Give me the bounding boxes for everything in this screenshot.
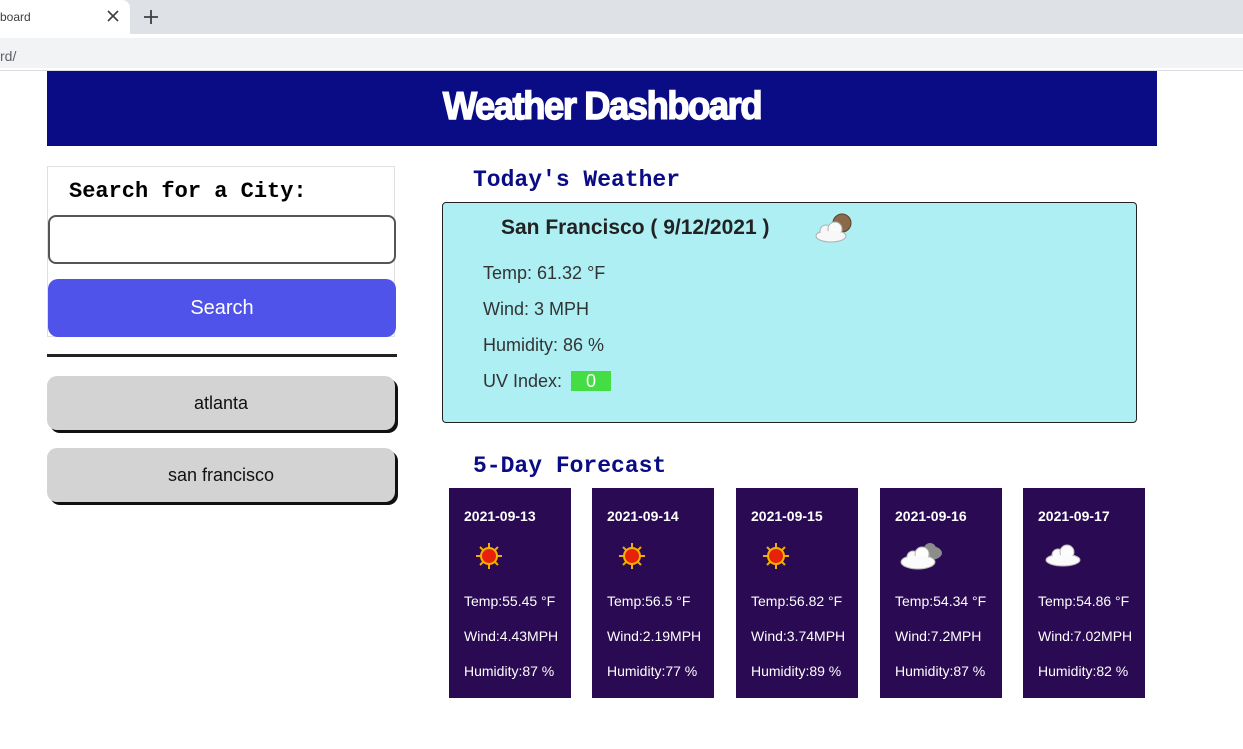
current-weather-card: San Francisco ( 9/12/2021 ) Temp: 61.32 … [442,202,1137,423]
forecast-temp: Temp:55.45 °F [464,593,556,609]
forecast-temp: Temp:54.34 °F [895,593,987,609]
url-field[interactable]: rd/ [0,38,1243,68]
forecast-temp: Temp:56.82 °F [751,593,843,609]
forecast-heading: 5-Day Forecast [473,453,667,479]
today-wind: Wind: 3 MPH [483,299,590,319]
address-bar: rd/ [0,34,1243,71]
browser-tab-title: board [0,10,31,24]
forecast-humidity: Humidity:89 % [751,663,842,679]
today-uv-row: UV Index: 0 [483,371,612,392]
forecast-card: 2021-09-14 Temp:56.5 °F Wind:2.19MPH Hum… [592,488,714,698]
forecast-humidity: Humidity:77 % [607,663,698,679]
browser-tab-strip: board [0,0,1243,34]
history-button-atlanta[interactable]: atlanta [47,376,395,430]
partly-cloudy-icon [815,213,852,243]
forecast-humidity: Humidity:87 % [895,663,986,679]
uv-index-badge: 0 [571,371,612,391]
today-temp: Temp: 61.32 °F [483,263,606,283]
forecast-temp: Temp:56.5 °F [607,593,691,609]
forecast-date: 2021-09-17 [1038,508,1110,524]
city-date-title: San Francisco ( 9/12/2021 ) [501,216,770,239]
today-heading: Today's Weather [473,167,681,193]
forecast-date: 2021-09-16 [895,508,967,524]
forecast-wind: Wind:2.19MPH [607,628,702,644]
url-text: rd/ [0,48,17,64]
uv-label: UV Index: [483,371,563,391]
forecast-date: 2021-09-14 [607,508,679,524]
divider [47,354,397,357]
forecast-card: 2021-09-16 Temp:54.34 °F Wind:7.2MPH Hum… [880,488,1002,698]
cloudy-icon [900,543,942,570]
plus-icon[interactable] [142,8,160,26]
forecast-wind: Wind:3.74MPH [751,628,846,644]
search-heading: Search for a City: [69,179,307,204]
browser-tab[interactable]: board [0,0,130,34]
page-header: Weather Dashboard [47,71,1157,146]
forecast-date: 2021-09-15 [751,508,823,524]
search-panel: Search for a City: Search [47,166,396,337]
forecast-temp: Temp:54.86 °F [1038,593,1130,609]
forecast-wind: Wind:4.43MPH [464,628,559,644]
city-search-input[interactable] [48,215,396,264]
today-humidity: Humidity: 86 % [483,335,605,355]
cloud-icon [1045,544,1081,567]
forecast-humidity: Humidity:82 % [1038,663,1129,679]
sun-icon [763,543,789,569]
sun-icon [476,543,502,569]
close-icon[interactable] [105,8,121,24]
forecast-card: 2021-09-15 Temp:56.82 °F Wind:3.74MPH Hu… [736,488,858,698]
history-button-san-francisco[interactable]: san francisco [47,448,395,502]
forecast-card: 2021-09-13 Temp:55.45 °F Wind:4.43MPH Hu… [449,488,571,698]
forecast-card: 2021-09-17 Temp:54.86 °F Wind:7.02MPH Hu… [1023,488,1145,698]
forecast-humidity: Humidity:87 % [464,663,555,679]
sun-icon [619,543,645,569]
forecast-date: 2021-09-13 [464,508,536,524]
forecast-wind: Wind:7.2MPH [895,628,982,644]
page-title: Weather Dashboard [442,84,763,129]
search-button[interactable]: Search [48,279,396,337]
forecast-wind: Wind:7.02MPH [1038,628,1133,644]
